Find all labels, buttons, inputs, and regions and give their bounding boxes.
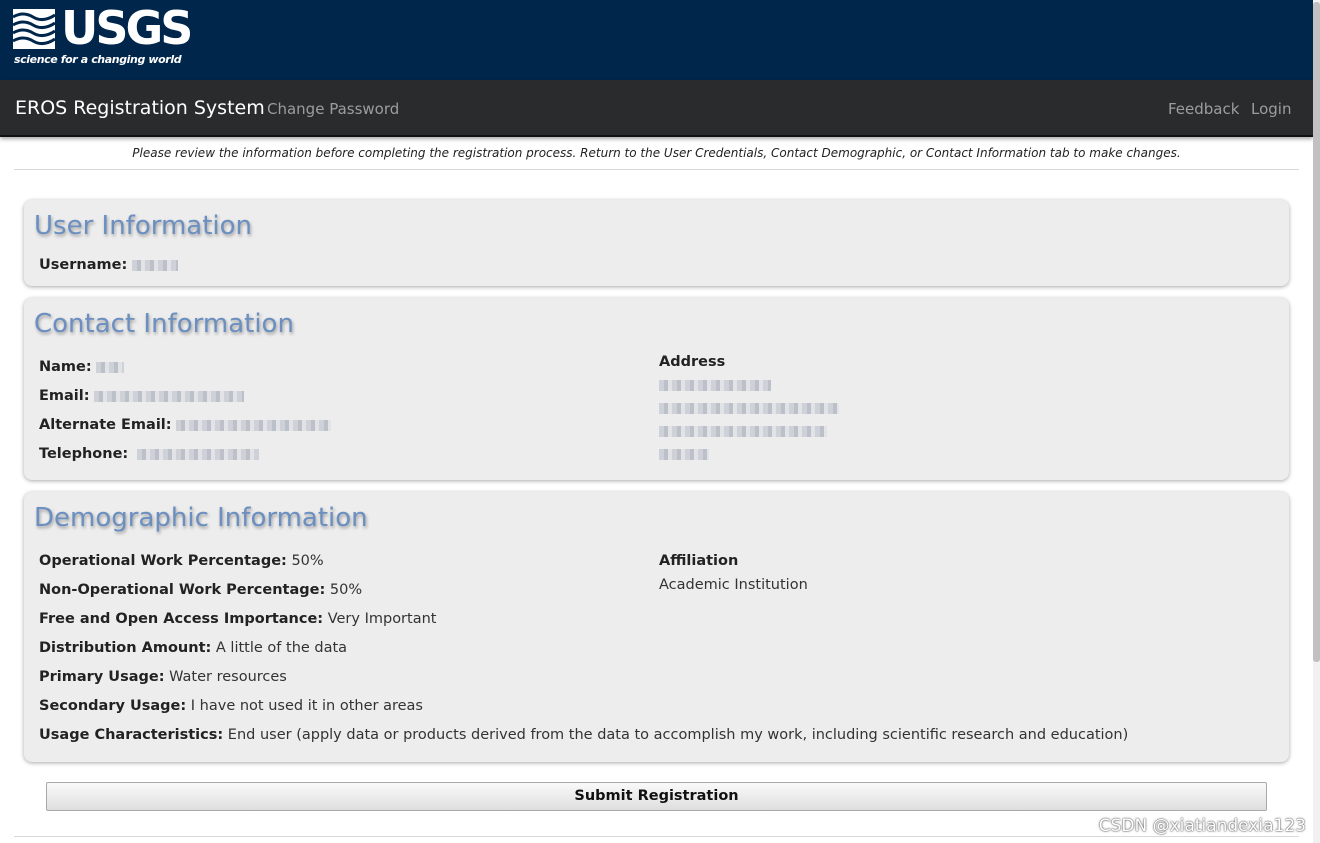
- redacted-telephone: [136, 448, 259, 460]
- redacted-alternate-email: [176, 419, 332, 431]
- field-value: I have not used it in other areas: [186, 698, 423, 714]
- field-value: A little of the data: [211, 640, 348, 656]
- field-label: Free and Open Access Importance:: [39, 611, 324, 627]
- field-label: Non-Operational Work Percentage:: [39, 582, 326, 598]
- non-operational-work-field: Non-Operational Work Percentage: 50%: [39, 582, 362, 598]
- telephone-label: Telephone:: [39, 446, 129, 462]
- field-value: 50%: [286, 553, 324, 569]
- panel-title: Contact Information: [34, 309, 294, 339]
- affiliation-value: Academic Institution: [659, 577, 808, 593]
- usage-characteristics-field: Usage Characteristics: End user (apply d…: [39, 727, 1128, 743]
- navbar: EROS Registration System Change Password…: [0, 80, 1313, 137]
- name-field: Name:: [39, 359, 125, 375]
- redacted-username: [131, 259, 178, 271]
- review-notice: Please review the information before com…: [132, 146, 1181, 160]
- divider: [14, 169, 1299, 170]
- distribution-amount-field: Distribution Amount: A little of the dat…: [39, 640, 347, 656]
- field-value: Very Important: [323, 611, 437, 627]
- username-label: Username:: [39, 257, 128, 273]
- usgs-wordmark: USGS: [61, 1, 193, 55]
- nav-change-password[interactable]: Change Password: [267, 100, 399, 118]
- field-label: Distribution Amount:: [39, 640, 212, 656]
- field-value: 50%: [325, 582, 363, 598]
- field-label: Usage Characteristics:: [39, 727, 224, 743]
- secondary-usage-field: Secondary Usage: I have not used it in o…: [39, 698, 423, 714]
- nav-feedback[interactable]: Feedback: [1168, 100, 1239, 118]
- telephone-field: Telephone:: [39, 446, 259, 462]
- watermark: CSDN @xiatiandexia123: [1098, 816, 1306, 836]
- redacted-address-line: [659, 403, 839, 414]
- page: USGS science for a changing world EROS R…: [0, 0, 1320, 843]
- redacted-address-line: [659, 449, 709, 460]
- address-label: Address: [659, 354, 726, 370]
- divider: [14, 836, 1299, 837]
- usgs-tagline: science for a changing world: [14, 53, 182, 66]
- field-label: Primary Usage:: [39, 669, 165, 685]
- email-field: Email:: [39, 388, 245, 404]
- primary-usage-field: Primary Usage: Water resources: [39, 669, 287, 685]
- field-label: Secondary Usage:: [39, 698, 187, 714]
- operational-work-field: Operational Work Percentage: 50%: [39, 553, 324, 569]
- email-label: Email:: [39, 388, 90, 404]
- field-value: End user (apply data or products derived…: [223, 727, 1129, 743]
- panel-title: Demographic Information: [34, 503, 368, 533]
- scrollbar-thumb[interactable]: [1313, 2, 1320, 662]
- redacted-name: [96, 361, 125, 373]
- scrollbar[interactable]: [1313, 0, 1320, 843]
- nav-brand[interactable]: EROS Registration System: [15, 97, 265, 119]
- redacted-address-line: [659, 426, 827, 437]
- usgs-logo[interactable]: USGS science for a changing world: [13, 1, 193, 69]
- alternate-email-label: Alternate Email:: [39, 417, 172, 433]
- usgs-header: USGS science for a changing world: [0, 0, 1313, 80]
- address-lines: [659, 380, 839, 460]
- redacted-email: [94, 390, 245, 402]
- alternate-email-field: Alternate Email:: [39, 417, 332, 433]
- demographic-info-panel: Demographic Information Operational Work…: [24, 492, 1289, 762]
- panel-title: User Information: [34, 211, 253, 241]
- usgs-wave-icon: [13, 9, 56, 49]
- contact-info-panel: Contact Information Name: Email: Alterna…: [24, 298, 1289, 480]
- field-value: Water resources: [164, 669, 287, 685]
- name-label: Name:: [39, 359, 92, 375]
- access-importance-field: Free and Open Access Importance: Very Im…: [39, 611, 436, 627]
- field-label: Operational Work Percentage:: [39, 553, 287, 569]
- affiliation-label: Affiliation: [659, 553, 739, 569]
- redacted-address-line: [659, 380, 771, 391]
- submit-registration-button[interactable]: Submit Registration: [46, 782, 1267, 811]
- username-field: Username:: [39, 257, 178, 273]
- nav-login[interactable]: Login: [1251, 100, 1291, 118]
- user-info-panel: User Information Username:: [24, 200, 1289, 286]
